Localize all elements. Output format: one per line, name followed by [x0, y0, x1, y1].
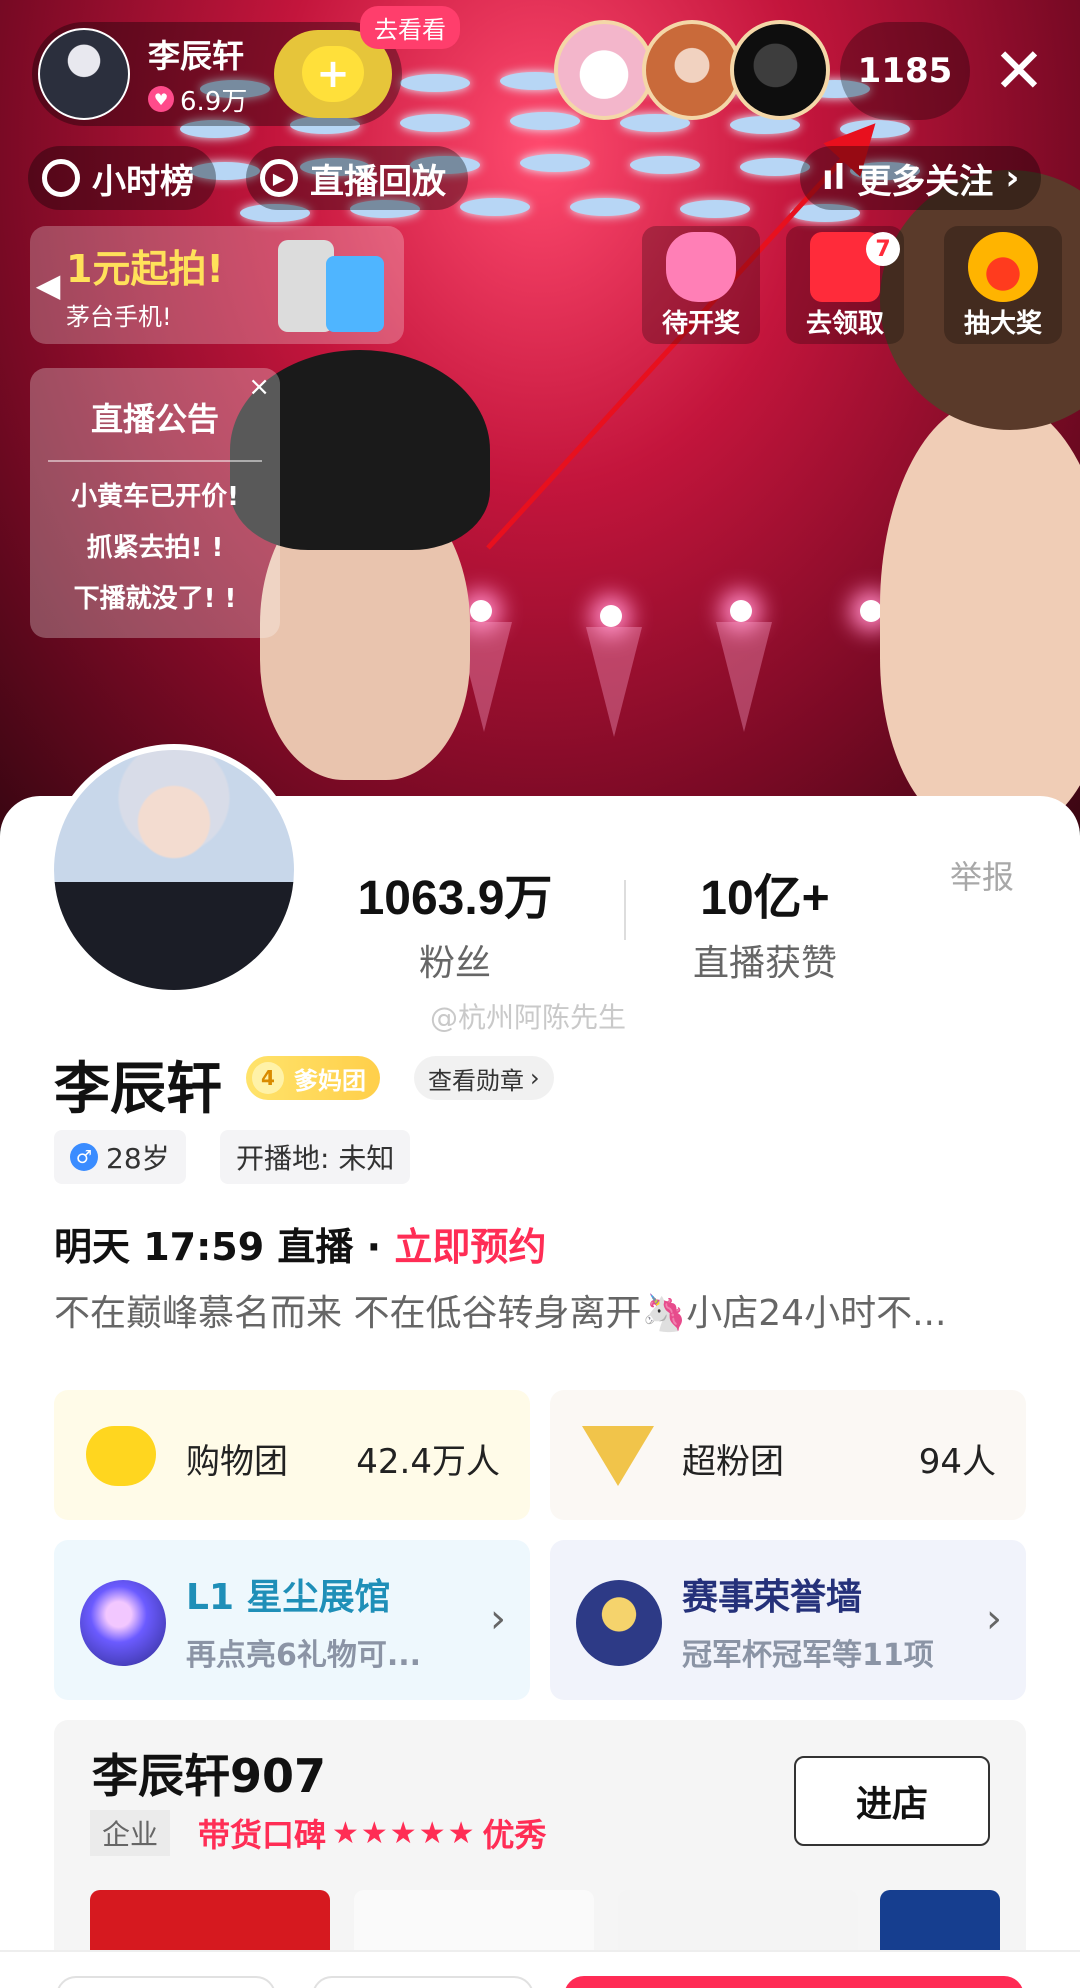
likes-stat: 10亿+ 直播获赞: [640, 858, 890, 986]
super-fans-card[interactable]: 超粉团 94人: [550, 1390, 1026, 1520]
super-fans-label: 超粉团: [682, 1442, 784, 1482]
lucky-bag-button[interactable]: 待开奖: [642, 226, 760, 344]
chevron-right-icon: ›: [530, 1064, 540, 1092]
report-link[interactable]: 举报: [950, 852, 1014, 898]
promo-title: 1元起拍!: [66, 247, 224, 291]
view-medals-button[interactable]: 查看勋章 ›: [414, 1056, 554, 1100]
host-likes: ♥ 6.9万: [148, 81, 247, 118]
shop-section: 李辰轩907 企业 带货口碑 ★★★★★ 优秀 进店: [54, 1720, 1026, 1988]
play-icon: ▶: [260, 159, 298, 197]
more-follow-chip[interactable]: ıl 更多关注 ›: [800, 146, 1042, 210]
shopping-group-card[interactable]: 购物团 42.4万人: [54, 1390, 530, 1520]
lucky-bag-icon: [666, 232, 736, 302]
trophy-icon: [576, 1580, 662, 1666]
profile-name: 李辰轩: [54, 1057, 222, 1122]
age-tag: ♂ 28岁: [54, 1130, 186, 1184]
hourly-rank-chip[interactable]: 小时榜: [28, 146, 216, 210]
fan-group-badge[interactable]: 4 爹妈团: [246, 1056, 380, 1100]
fire-drop-icon: [968, 232, 1038, 302]
gallery-subtitle: 再点亮6礼物可...: [186, 1638, 422, 1673]
heart-icon: ♥: [148, 86, 174, 112]
notice-line: 抓紧去拍! !: [86, 533, 224, 563]
v-badge-icon: [582, 1426, 654, 1486]
lucky-bag-label: 待开奖: [661, 309, 740, 339]
notice-line: 小黄车已开价!: [71, 482, 239, 512]
host-likes-value: 6.9万: [180, 86, 248, 117]
bottom-button[interactable]: [312, 1976, 534, 1988]
male-icon: ♂: [70, 1143, 98, 1171]
bar-chart-icon: ıl: [822, 158, 846, 198]
age-value: 28岁: [106, 1142, 170, 1175]
notice-line: 下播就没了! !: [73, 584, 237, 614]
rating-label: 带货口碑: [198, 1816, 327, 1854]
notice-title: 直播公告: [48, 368, 262, 462]
location-value: 开播地: 未知: [236, 1142, 395, 1175]
profile-bio[interactable]: 不在巅峰慕名而来 不在低谷转身离开🦄小店24小时不...: [54, 1284, 1034, 1336]
yellow-heart-icon: [86, 1426, 156, 1486]
profile-avatar[interactable]: [48, 744, 300, 996]
heart-plus-icon: +: [302, 46, 364, 102]
fan-group-name: 爹妈团: [294, 1066, 366, 1095]
chevron-left-icon: ◀: [35, 266, 61, 304]
enterprise-tag: 企业: [90, 1810, 171, 1856]
star-rating-icon: ★★★★★: [332, 1815, 477, 1851]
honor-wall-card[interactable]: 赛事荣誉墙 冠军杯冠军等11项 ›: [550, 1540, 1026, 1700]
more-follow-label: 更多关注: [857, 161, 994, 202]
chevron-right-icon: ›: [1005, 158, 1020, 198]
chevron-right-icon: ›: [986, 1596, 1002, 1642]
likes-value: 10亿+: [700, 872, 830, 925]
close-icon[interactable]: ×: [248, 372, 270, 402]
primary-bottom-button[interactable]: [564, 1976, 1024, 1988]
honor-subtitle: 冠军杯冠军等11项: [682, 1638, 934, 1673]
view-medals-label: 查看勋章: [428, 1066, 524, 1095]
viewer-avatar[interactable]: [642, 20, 742, 120]
viewer-avatars[interactable]: [554, 20, 830, 120]
shop-rating: 带货口碑 ★★★★★ 优秀: [198, 1810, 547, 1856]
fans-stat[interactable]: 1063.9万 粉丝: [330, 858, 580, 986]
location-tag: 开播地: 未知: [220, 1130, 411, 1184]
super-fans-count: 94人: [918, 1442, 996, 1482]
clock-icon: [42, 159, 80, 197]
bottom-action-bar: [0, 1950, 1080, 1988]
claim-count-badge: 7: [866, 232, 900, 266]
hourly-rank-label: 小时榜: [92, 161, 194, 202]
auction-promo-card[interactable]: ◀ 1元起拍! 茅台手机!: [30, 226, 404, 344]
rating-level: 优秀: [482, 1816, 547, 1854]
star-gallery-card[interactable]: L1 星尘展馆 再点亮6礼物可... ›: [54, 1540, 530, 1700]
fans-value: 1063.9万: [357, 872, 553, 925]
viewer-count[interactable]: 1185: [840, 22, 970, 120]
chevron-right-icon: ›: [490, 1596, 506, 1642]
bottom-button[interactable]: [56, 1976, 276, 1988]
fans-label: 粉丝: [418, 943, 491, 984]
divider: [624, 880, 626, 940]
perfume-image: [326, 256, 384, 332]
live-schedule: 明天 17:59 直播 · 立即预约: [54, 1216, 546, 1271]
promo-subtitle: 茅台手机!: [66, 303, 172, 331]
claim-label: 去领取: [805, 309, 884, 339]
crystal-ball-icon: [80, 1580, 166, 1666]
replay-chip[interactable]: ▶ 直播回放: [246, 146, 468, 210]
fan-level: 4: [252, 1062, 284, 1094]
big-prize-label: 抽大奖: [963, 309, 1042, 339]
gallery-title: L1 星尘展馆: [186, 1577, 391, 1618]
honor-title: 赛事荣誉墙: [682, 1577, 863, 1618]
viewer-avatar[interactable]: [554, 20, 654, 120]
viewer-avatar[interactable]: [730, 20, 830, 120]
big-prize-button[interactable]: 抽大奖: [944, 226, 1062, 344]
shop-name: 李辰轩907: [92, 1749, 327, 1803]
close-icon[interactable]: ✕: [984, 36, 1054, 106]
live-notice-panel: × 直播公告 小黄车已开价! 抓紧去拍! ! 下播就没了! !: [30, 368, 280, 638]
streamer-right: [880, 400, 1080, 830]
replay-label: 直播回放: [310, 161, 446, 202]
go-see-badge[interactable]: 去看看: [360, 6, 460, 49]
shopping-group-label: 购物团: [186, 1442, 288, 1482]
book-now-link[interactable]: 立即预约: [394, 1225, 546, 1269]
schedule-time: 明天 17:59 直播 ·: [54, 1225, 395, 1269]
host-avatar[interactable]: [38, 28, 130, 120]
shopping-group-count: 42.4万人: [356, 1442, 500, 1482]
host-name: 李辰轩: [148, 36, 245, 75]
likes-label: 直播获赞: [692, 943, 837, 984]
watermark: @杭州阿陈先生: [430, 1001, 627, 1034]
enter-shop-button[interactable]: 进店: [794, 1756, 990, 1846]
